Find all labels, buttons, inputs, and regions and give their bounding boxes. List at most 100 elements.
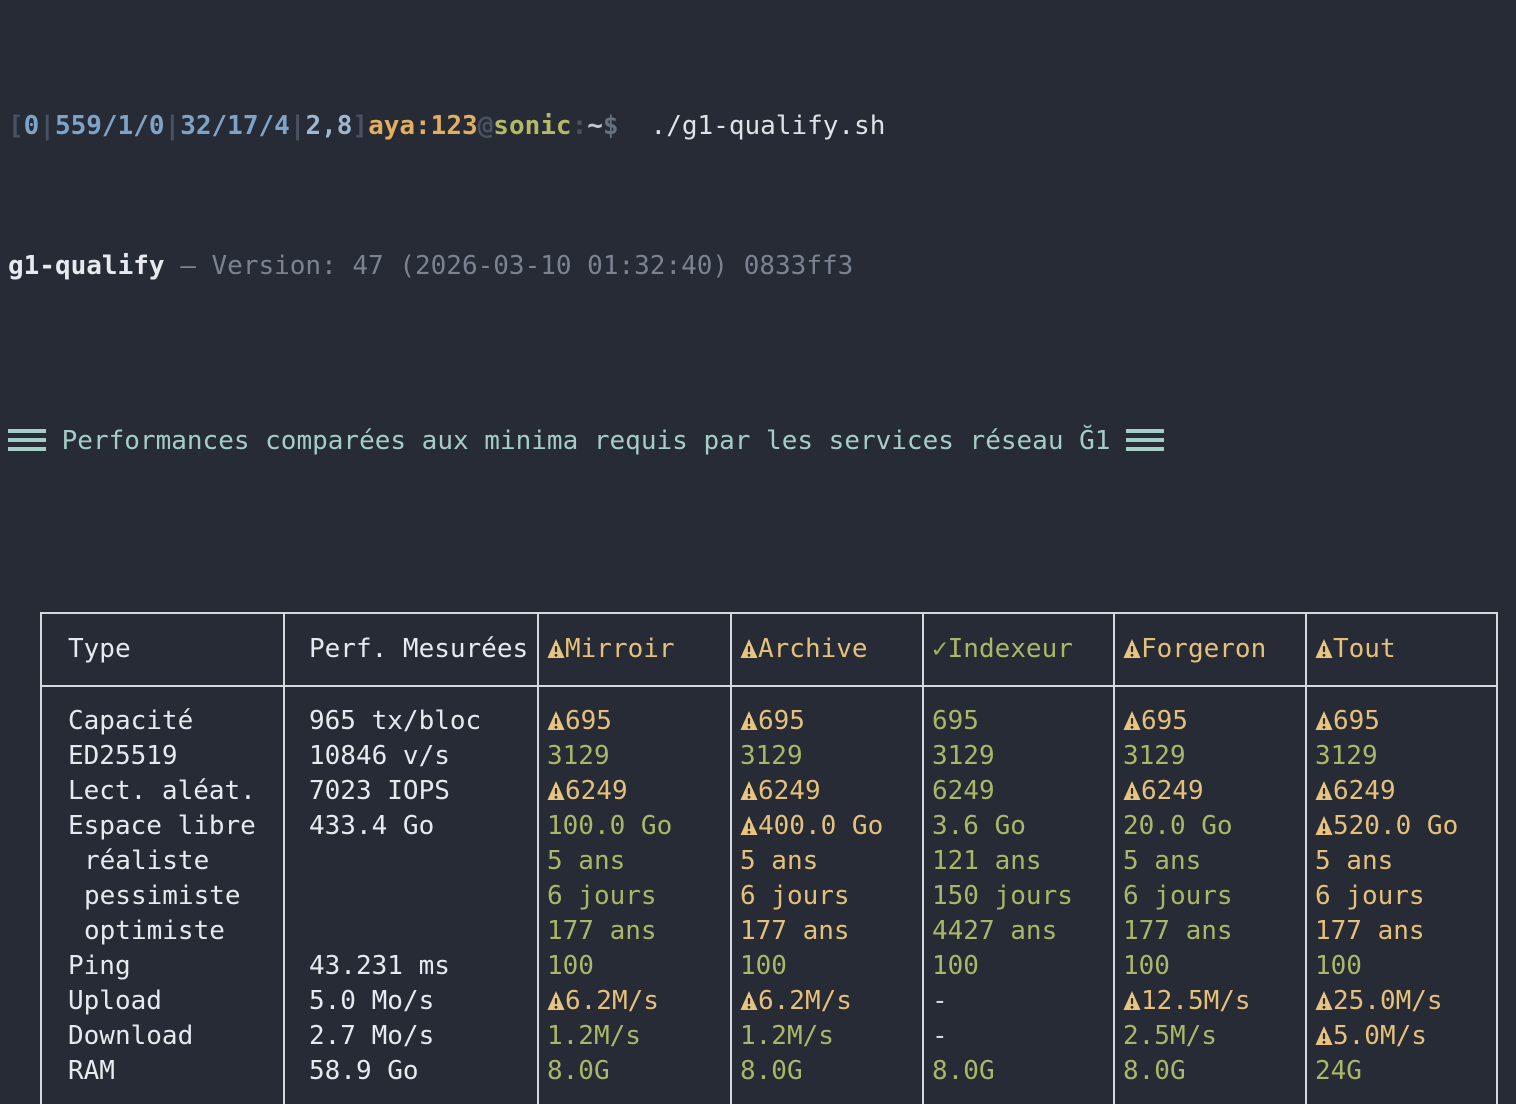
- column-header-mirroir: Mirroir: [538, 613, 731, 686]
- cell-value: 25.0M/s: [1333, 986, 1443, 1016]
- app-name: g1-qualify: [8, 251, 165, 281]
- prompt-path: ~: [587, 111, 603, 141]
- column-header-label: Mirroir: [565, 634, 675, 664]
- cell-value: 6249: [1333, 776, 1396, 806]
- row-label-line: Ping: [42, 949, 283, 984]
- prompt-status-c: 32/17/4: [180, 111, 290, 141]
- row-type-label: pessimiste: [84, 881, 241, 911]
- cell-value: 8.0G: [932, 1056, 995, 1086]
- prompt-separator: |: [290, 111, 306, 141]
- measured-line: 5.0 Mo/s: [285, 984, 537, 1019]
- measured-line: 7023 IOPS: [285, 774, 537, 809]
- measured-value: 433.4 Go: [309, 811, 434, 841]
- prompt-bracket: ]: [352, 111, 368, 141]
- table-section-main: CapacitéED25519Lect. aléat.Espace librer…: [41, 686, 1497, 1104]
- performance-table: TypePerf. Mesurées Mirroir Archive✓Index…: [40, 612, 1498, 1104]
- cell-value: 1.2M/s: [740, 1021, 834, 1051]
- warning-icon: [1123, 704, 1141, 739]
- cell-value: -: [932, 1021, 948, 1051]
- cell-line: 5 ans: [732, 844, 922, 879]
- cell-value: 2.5M/s: [1123, 1021, 1217, 1051]
- cell-value: 1.2M/s: [547, 1021, 641, 1051]
- column-header-forgeron: Forgeron: [1114, 613, 1306, 686]
- cell-line: 695: [539, 704, 730, 739]
- cell-value: 177 ans: [1315, 916, 1425, 946]
- cell-line: 20.0 Go: [1115, 809, 1305, 844]
- cell-line: 3129: [1115, 739, 1305, 774]
- warning-icon: [547, 984, 565, 1019]
- cell-line: 1.2M/s: [732, 1019, 922, 1054]
- cell-value: 8.0G: [547, 1056, 610, 1086]
- cell-line: 5.0M/s: [1307, 1019, 1496, 1054]
- cell-value: 150 jours: [932, 881, 1073, 911]
- cell-line: 1.2M/s: [539, 1019, 730, 1054]
- measured-line: 58.9 Go: [285, 1054, 537, 1089]
- column-measured: 965 tx/bloc10846 v/s7023 IOPS433.4 Go 43…: [284, 686, 538, 1104]
- cell-value: 177 ans: [740, 916, 850, 946]
- prompt-separator: |: [39, 111, 55, 141]
- cell-value: 520.0 Go: [1333, 811, 1458, 841]
- warning-icon: [1123, 632, 1141, 667]
- cell-value: 4427 ans: [932, 916, 1057, 946]
- cell-line: 3129: [924, 739, 1113, 774]
- warning-icon: [547, 632, 565, 667]
- cell-line: 6.2M/s: [732, 984, 922, 1019]
- cell-value: 177 ans: [547, 916, 657, 946]
- spacer: [1110, 426, 1126, 456]
- cell-line: 6 jours: [539, 879, 730, 914]
- cell-value: 100: [547, 951, 594, 981]
- cell-line: 3129: [1307, 739, 1496, 774]
- measured-line: 2.7 Mo/s: [285, 1019, 537, 1054]
- row-label-line: pessimiste: [42, 879, 283, 914]
- page-title: [46, 426, 62, 456]
- page-title-text: Performances comparées aux minima requis…: [62, 426, 1111, 456]
- cell-value: 8.0G: [1123, 1056, 1186, 1086]
- cell-value: 100.0 Go: [547, 811, 672, 841]
- row-type-label: ED25519: [68, 741, 178, 771]
- measured-value: 2.7 Mo/s: [309, 1021, 434, 1051]
- cell-value: 12.5M/s: [1141, 986, 1251, 1016]
- measured-value: [309, 881, 325, 911]
- cell-value: 3129: [1315, 741, 1378, 771]
- cell-value: 6.2M/s: [565, 986, 659, 1016]
- measured-value: [309, 916, 325, 946]
- cell-line: 25.0M/s: [1307, 984, 1496, 1019]
- cell-value: 8.0G: [740, 1056, 803, 1086]
- cell-line: 695: [1115, 704, 1305, 739]
- prompt-separator: |: [165, 111, 181, 141]
- row-label-line: réaliste: [42, 844, 283, 879]
- cell-value: 6249: [565, 776, 628, 806]
- measured-value: [309, 846, 325, 876]
- cell-line: 6249: [1115, 774, 1305, 809]
- table-section-row-0: CapacitéED25519Lect. aléat.Espace librer…: [41, 686, 1497, 1104]
- cell-line: 8.0G: [1115, 1054, 1305, 1089]
- cell-line: 3129: [732, 739, 922, 774]
- cell-value: 6.2M/s: [758, 986, 852, 1016]
- warning-icon: [1315, 1019, 1333, 1054]
- cell-value: 6 jours: [547, 881, 657, 911]
- row-type-label: optimiste: [84, 916, 225, 946]
- warning-icon: [1315, 809, 1333, 844]
- cell-line: 100: [1115, 949, 1305, 984]
- cell-value: 695: [758, 706, 805, 736]
- cell-line: 520.0 Go: [1307, 809, 1496, 844]
- cell-line: 695: [1307, 704, 1496, 739]
- measured-line: [285, 844, 537, 879]
- check-icon: ✓: [932, 634, 948, 664]
- prompt-bracket: [: [8, 111, 24, 141]
- row-label-line: optimiste: [42, 914, 283, 949]
- column-archive: 6953129 6249 400.0 Go5 ans6 jours177 ans…: [731, 686, 923, 1104]
- cell-value: 20.0 Go: [1123, 811, 1233, 841]
- measured-line: 965 tx/bloc: [285, 704, 537, 739]
- prompt-colon: :: [572, 111, 588, 141]
- warning-icon: [1315, 632, 1333, 667]
- shell-prompt-line: [0|559/1/0|32/17/4|2,8]aya:123@sonic:~$.…: [8, 109, 1516, 144]
- cell-value: 177 ans: [1123, 916, 1233, 946]
- prompt-status-b: 559/1/0: [55, 111, 165, 141]
- measured-line: 10846 v/s: [285, 739, 537, 774]
- cell-line: 8.0G: [732, 1054, 922, 1089]
- row-type-label: Upload: [68, 986, 162, 1016]
- prompt-user: aya:123: [368, 111, 478, 141]
- warning-icon: [547, 704, 565, 739]
- cell-value: 6 jours: [1315, 881, 1425, 911]
